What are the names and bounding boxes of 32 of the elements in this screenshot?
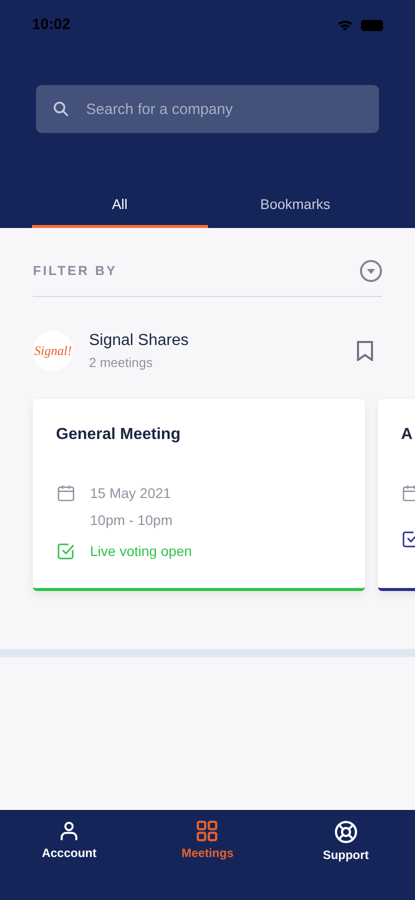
person-icon: [58, 820, 80, 842]
meeting-card[interactable]: General Meeting 15 May 2021 10pm - 10pm Live voting open: [33, 398, 365, 590]
meeting-title: A: [401, 424, 414, 444]
company-name: Signal Shares: [89, 331, 190, 351]
tab[interactable]: Bookmarks: [208, 183, 383, 228]
bookmark-icon: [356, 340, 374, 361]
dropdown-button[interactable]: [360, 260, 382, 282]
checkbox-icon: [56, 541, 76, 561]
calendar-icon: [401, 482, 415, 502]
status-time: 10:02: [32, 14, 70, 35]
meeting-date: 15 May 2021: [90, 484, 172, 503]
tab[interactable]: All: [32, 183, 208, 228]
caret-icon: [367, 268, 375, 274]
meeting-time: 10pm - 10pm: [90, 510, 172, 530]
lifebuoy-icon: [334, 820, 358, 844]
nav-tab[interactable]: Meetings: [138, 820, 277, 862]
calendar-icon: [56, 482, 76, 502]
nav-tab[interactable]: Support: [276, 820, 415, 864]
checkbox-icon: [401, 528, 415, 548]
filter-label: FILTER BY: [33, 262, 118, 280]
meeting-title: General Meeting: [56, 424, 182, 444]
search-icon: [52, 100, 70, 118]
wifi-icon: [337, 19, 353, 31]
search-field[interactable]: Search for a company: [36, 85, 379, 133]
meeting-card[interactable]: A: [378, 398, 415, 590]
battery-icon: [361, 20, 383, 30]
company-logo: Signal!: [33, 330, 73, 371]
bookmark-button[interactable]: [356, 340, 374, 361]
grid-icon: [196, 820, 218, 842]
voting-status: Live voting open: [90, 542, 192, 561]
meetings-count: 2 meetings: [89, 354, 154, 372]
nav-tab[interactable]: Acccount: [0, 820, 138, 862]
